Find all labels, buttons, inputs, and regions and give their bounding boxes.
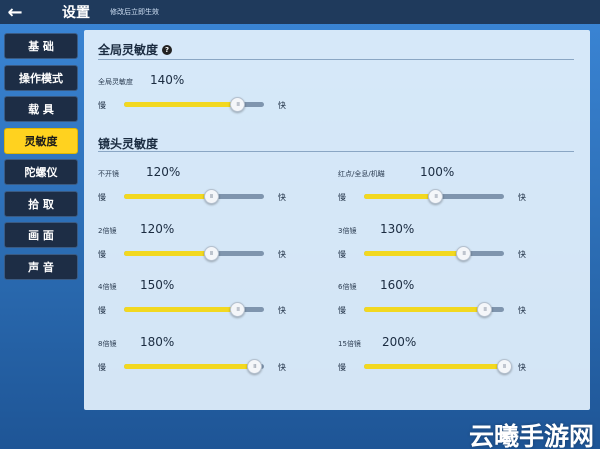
- slow-label: 慢: [98, 250, 106, 259]
- slider-fill: [364, 251, 464, 256]
- slow-label: 慢: [338, 250, 346, 259]
- divider: [98, 59, 574, 60]
- sidebar-item-graphics[interactable]: 画 面: [4, 222, 78, 248]
- slow-label: 慢: [98, 101, 106, 110]
- slider-fill: [124, 364, 255, 369]
- 8x-scope-slider[interactable]: III: [124, 359, 264, 374]
- sidebar-item-label: 陀螺仪: [24, 166, 58, 179]
- 15x-scope-slider[interactable]: III: [364, 359, 512, 374]
- slow-label: 慢: [338, 193, 346, 202]
- fast-label: 快: [278, 101, 286, 110]
- sidebar-item-vehicle[interactable]: 载 具: [4, 96, 78, 122]
- no-scope-slider[interactable]: III: [124, 189, 264, 204]
- 15x-scope-label: 15倍镜: [338, 340, 361, 348]
- sidebar-item-label: 拾 取: [28, 197, 54, 211]
- back-button[interactable]: ←: [0, 0, 30, 24]
- fast-label: 快: [518, 250, 526, 259]
- slider-fill: [364, 364, 504, 369]
- sidebar-item-label: 载 具: [28, 103, 54, 116]
- sidebar-item-label: 声 音: [28, 260, 54, 274]
- 4x-scope-slider[interactable]: III: [124, 302, 264, 317]
- settings-sidebar: 基 础 操作模式 载 具 灵敏度 陀螺仪 拾 取 画 面 声 音: [4, 33, 78, 285]
- slider-thumb[interactable]: III: [477, 302, 493, 317]
- sidebar-item-sensitivity[interactable]: 灵敏度: [4, 127, 78, 154]
- fast-label: 快: [278, 193, 286, 202]
- slider-fill: [124, 102, 238, 107]
- 6x-scope-label: 6倍镜: [338, 283, 357, 291]
- 6x-scope-value: 160%: [380, 278, 415, 292]
- red-dot-value: 100%: [420, 165, 455, 179]
- watermark-logo: 云曦手游网: [468, 422, 594, 449]
- slider-thumb[interactable]: III: [203, 189, 219, 204]
- red-dot-label: 红点/全息/机瞄: [338, 170, 385, 178]
- fast-label: 快: [278, 306, 286, 315]
- sidebar-item-pickup[interactable]: 拾 取: [4, 190, 78, 217]
- slider-thumb[interactable]: III: [497, 359, 512, 374]
- 4x-scope-label: 4倍镜: [98, 283, 117, 291]
- fast-label: 快: [518, 193, 526, 202]
- sidebar-item-label: 灵敏度: [24, 134, 58, 148]
- fast-label: 快: [518, 306, 526, 315]
- 8x-scope-label: 8倍镜: [98, 340, 117, 348]
- global-slider-value: 140%: [150, 73, 185, 87]
- page-title: 设置: [62, 5, 90, 21]
- sidebar-item-gyroscope[interactable]: 陀螺仪: [4, 159, 78, 185]
- sidebar-item-control-mode[interactable]: 操作模式: [4, 64, 78, 91]
- slider-fill: [124, 307, 238, 312]
- arrow-left-icon: ←: [7, 1, 23, 23]
- slider-fill: [364, 307, 485, 312]
- 6x-scope-slider[interactable]: III: [364, 302, 504, 317]
- divider: [98, 151, 574, 152]
- slider-thumb[interactable]: III: [428, 189, 444, 204]
- sidebar-item-label: 画 面: [28, 229, 54, 242]
- global-slider[interactable]: III: [124, 97, 264, 112]
- sidebar-item-basic[interactable]: 基 础: [4, 33, 78, 59]
- sidebar-item-label: 基 础: [28, 40, 54, 53]
- slider-fill: [124, 251, 211, 256]
- global-title-text: 全局灵敏度: [98, 43, 159, 57]
- slider-thumb[interactable]: III: [230, 97, 246, 112]
- 15x-scope-value: 200%: [382, 335, 417, 349]
- slow-label: 慢: [98, 363, 106, 372]
- slow-label: 慢: [338, 306, 346, 315]
- global-slider-label: 全局灵敏度: [98, 78, 133, 86]
- 3x-scope-slider[interactable]: III: [364, 246, 504, 261]
- global-section-title: 全局灵敏度 ?: [98, 41, 173, 58]
- 4x-scope-value: 150%: [140, 278, 175, 292]
- question-icon[interactable]: ?: [162, 44, 173, 55]
- slow-label: 慢: [98, 306, 106, 315]
- 8x-scope-value: 180%: [140, 335, 175, 349]
- slider-thumb[interactable]: III: [203, 246, 219, 261]
- 2x-scope-value: 120%: [140, 222, 175, 236]
- slider-thumb[interactable]: III: [456, 246, 472, 261]
- 2x-scope-slider[interactable]: III: [124, 246, 264, 261]
- slider-thumb[interactable]: III: [230, 302, 246, 317]
- fast-label: 快: [278, 250, 286, 259]
- red-dot-slider[interactable]: III: [364, 189, 504, 204]
- slow-label: 慢: [98, 193, 106, 202]
- scope-section-title: 镜头灵敏度: [98, 135, 158, 152]
- page-subtitle: 修改后立即生效: [110, 8, 159, 16]
- slider-thumb[interactable]: III: [247, 359, 263, 374]
- fast-label: 快: [518, 363, 526, 372]
- 3x-scope-label: 3倍镜: [338, 227, 357, 235]
- scope-title-text: 镜头灵敏度: [98, 137, 159, 151]
- 3x-scope-value: 130%: [380, 222, 415, 236]
- no-scope-label: 不开镜: [98, 170, 119, 178]
- sidebar-item-audio[interactable]: 声 音: [4, 253, 78, 280]
- no-scope-value: 120%: [146, 165, 181, 179]
- 2x-scope-label: 2倍镜: [98, 227, 117, 235]
- fast-label: 快: [278, 363, 286, 372]
- top-bar: ← 设置 修改后立即生效: [0, 0, 600, 24]
- slider-fill: [124, 194, 211, 199]
- slider-fill: [364, 194, 436, 199]
- sensitivity-panel: 全局灵敏度 ? 全局灵敏度 140% 慢 III 快 镜头灵敏度 不开镜 120…: [84, 30, 590, 410]
- slow-label: 慢: [338, 363, 346, 372]
- sidebar-item-label: 操作模式: [19, 71, 63, 85]
